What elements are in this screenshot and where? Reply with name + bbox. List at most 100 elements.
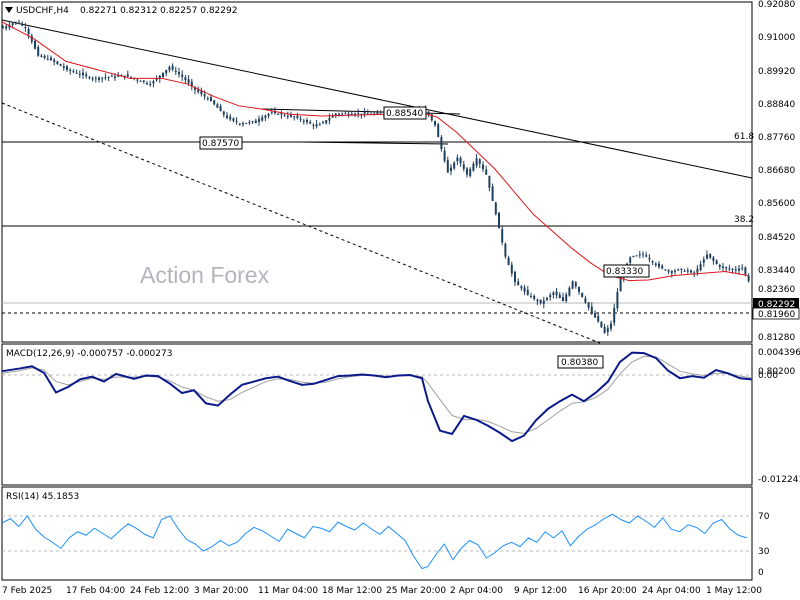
candle-body (165, 69, 168, 74)
price-label-0-87570: 0.87570 (199, 136, 243, 150)
rsi-title: RSI(14) 45.1853 (6, 492, 79, 502)
price-tick: 0.83440 (758, 266, 795, 276)
candle-body (107, 76, 110, 78)
candle-body (456, 157, 459, 162)
candle-body (117, 75, 120, 77)
candle-body (325, 120, 328, 124)
candle-body (658, 263, 660, 267)
price-tick: 0.85600 (758, 199, 795, 209)
candle-body (552, 292, 555, 295)
time-tick: 7 Feb 2025 (2, 586, 52, 596)
candle-body (571, 281, 574, 289)
candle-body (498, 212, 500, 229)
price-tick: 0.82360 (758, 285, 795, 295)
candle-body (376, 112, 379, 115)
time-tick: 3 Mar 20:00 (194, 586, 249, 596)
candle-body (5, 26, 8, 29)
candle-body (299, 118, 302, 120)
price-tick: 0.84520 (758, 233, 795, 243)
candle-body (462, 164, 465, 169)
candle-body (485, 169, 488, 175)
candle-body (277, 113, 280, 115)
candle-body (146, 82, 148, 84)
candle-body (514, 272, 516, 283)
price-tick: 0.89920 (758, 67, 795, 77)
candle-body (213, 100, 216, 105)
candle-body (91, 78, 94, 80)
candle-body (648, 257, 651, 260)
candle-body (203, 94, 206, 97)
candle-body (594, 313, 596, 318)
time-tick: 2 Apr 04:00 (450, 586, 503, 596)
candle-body (302, 120, 305, 122)
candle-body (466, 168, 468, 175)
candle-body (629, 257, 632, 263)
candle-body (283, 115, 286, 117)
reference-price-tag-text: 0.81960 (758, 310, 795, 320)
time-tick: 25 Mar 20:00 (386, 586, 446, 596)
candle-body (222, 111, 225, 115)
candle-body (174, 70, 177, 73)
candle-body (34, 41, 36, 49)
candle-body (72, 71, 75, 73)
candle-body (69, 69, 72, 71)
candle-body (248, 122, 251, 124)
candle-body (747, 275, 750, 281)
candle-body (434, 120, 436, 126)
candle-body (645, 255, 648, 257)
candle-body (578, 286, 580, 292)
time-tick: 24 Apr 04:00 (642, 586, 701, 596)
candle-body (520, 286, 523, 289)
time-tick: 9 Apr 12:00 (514, 586, 567, 596)
time-tick: 17 Feb 04:00 (66, 586, 125, 596)
watermark-text: Action Forex (140, 262, 270, 288)
candle-body (306, 119, 308, 123)
candle-body (555, 291, 558, 296)
price-label-0-83330: 0.83330 (603, 264, 650, 278)
symbol-label: USDCHF,H4 (16, 6, 69, 16)
candle-body (664, 269, 667, 271)
candle-body (11, 23, 14, 25)
candle-body (210, 97, 212, 102)
candle-body (2, 27, 4, 29)
candle-body (539, 299, 542, 304)
candle-body (114, 76, 116, 78)
candle-body (293, 116, 296, 118)
candle-body (187, 79, 190, 84)
candle-body (725, 267, 728, 269)
candle-body (168, 67, 171, 71)
chart-canvas: USDCHF,H4 0.82271 0.82312 0.82257 0.8229… (0, 0, 800, 600)
candle-body (338, 113, 340, 115)
candle-body (30, 35, 33, 42)
candle-body (699, 264, 702, 271)
candle-body (238, 123, 241, 125)
candle-body (290, 114, 292, 117)
time-tick: 11 Mar 04:00 (258, 586, 318, 596)
candle-body (590, 306, 593, 314)
candle-body (661, 265, 664, 269)
candle-body (709, 253, 712, 258)
candle-body (722, 266, 724, 268)
candle-body (94, 77, 97, 79)
candle-body (654, 263, 657, 266)
candle-body (136, 79, 139, 81)
reference-price-tag: 0.81960 (752, 307, 800, 320)
candle-body (267, 113, 270, 116)
candle-body (75, 72, 78, 74)
candle-body (488, 175, 491, 188)
price-label-text: 0.83330 (606, 267, 643, 277)
candle-body (504, 243, 507, 257)
candle-body (101, 77, 104, 79)
candle-body (642, 253, 644, 255)
candle-body (261, 117, 264, 121)
candle-body (558, 294, 561, 299)
macd-tick: -0.012241 (758, 475, 800, 485)
candle-body (178, 72, 180, 75)
candle-body (526, 289, 529, 295)
candle-body (53, 59, 56, 62)
candle-body (667, 270, 670, 272)
fib-label-38-2: 38.2 (734, 215, 754, 225)
candle-body (469, 169, 472, 176)
candle-body (507, 257, 510, 266)
candle-body (680, 268, 683, 270)
